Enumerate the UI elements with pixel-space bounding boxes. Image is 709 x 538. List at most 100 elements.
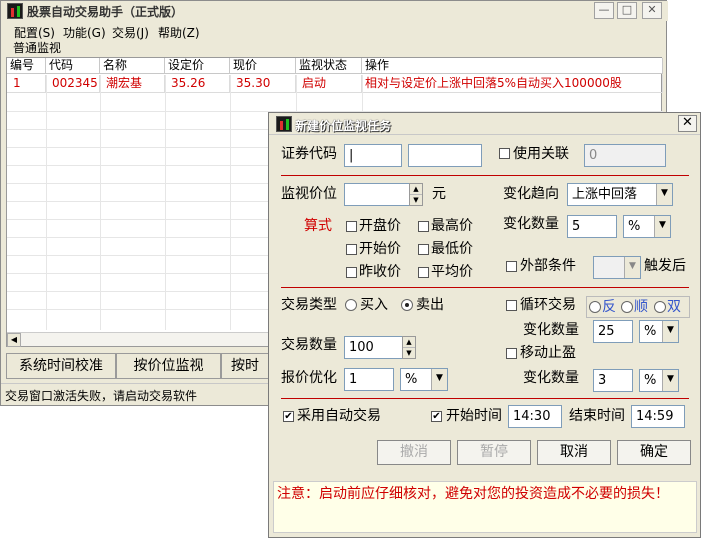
- dialog-close-button[interactable]: ✕: [678, 115, 697, 132]
- change-qty-input[interactable]: 5: [567, 215, 617, 238]
- quote-opt-input[interactable]: 1: [344, 368, 394, 391]
- move-stop-checkbox[interactable]: [506, 348, 517, 359]
- change-unit-value: %: [628, 219, 641, 234]
- cycle-reverse-label: 反: [602, 299, 616, 315]
- auto-trade-checkbox[interactable]: ✔: [283, 411, 294, 422]
- high-price-checkbox[interactable]: [418, 221, 429, 232]
- divider-2: [281, 287, 689, 288]
- buy-radio[interactable]: [345, 299, 357, 311]
- cell-code[interactable]: 002345: [46, 75, 100, 93]
- minimize-button[interactable]: —: [594, 2, 614, 19]
- cycle-change-input[interactable]: 25: [593, 320, 633, 343]
- start-time-input[interactable]: 14:30: [508, 405, 562, 428]
- cycle-reverse-radio[interactable]: [589, 301, 601, 313]
- use-link-checkbox[interactable]: [499, 148, 510, 159]
- chevron-down-icon[interactable]: ▼: [656, 184, 672, 205]
- cycle-both-label: 双: [667, 299, 681, 315]
- sell-label: 卖出: [416, 297, 444, 313]
- cell-price[interactable]: 35.30: [230, 75, 296, 93]
- use-link-input[interactable]: 0: [584, 144, 666, 167]
- sell-radio[interactable]: [401, 299, 413, 311]
- use-link-label: 使用关联: [513, 146, 569, 162]
- stop-unit-select[interactable]: % ▼: [639, 369, 679, 392]
- chevron-down-icon[interactable]: ▼: [654, 216, 670, 237]
- cycle-forward-radio[interactable]: [621, 301, 633, 313]
- cycle-forward-label: 顺: [634, 299, 648, 315]
- cancel-button[interactable]: 取消: [537, 440, 611, 465]
- change-unit-select[interactable]: % ▼: [623, 215, 671, 238]
- note-text: 注意：启动前应仔细核对，避免对您的投资造成不必要的损失！: [277, 486, 669, 502]
- start-time-checkbox[interactable]: ✔: [431, 411, 442, 422]
- stop-change-label: 变化数量: [523, 370, 579, 386]
- ok-button[interactable]: 确定: [617, 440, 691, 465]
- note-box: 注意：启动前应仔细核对，避免对您的投资造成不必要的损失！: [273, 481, 697, 533]
- start-price-checkbox[interactable]: [346, 244, 357, 255]
- col-header-status[interactable]: 监视状态: [296, 58, 362, 74]
- cell-status[interactable]: 启动: [296, 75, 362, 93]
- col-header-action[interactable]: 操作: [362, 58, 663, 74]
- code-label: 证券代码: [281, 146, 337, 162]
- monitor-price-input[interactable]: [344, 183, 410, 206]
- tab-price-monitor[interactable]: 按价位监视: [116, 353, 221, 379]
- low-price-checkbox[interactable]: [418, 244, 429, 255]
- cell-set-price[interactable]: 35.26: [165, 75, 230, 93]
- monitor-price-stepper[interactable]: ▲ ▼: [409, 183, 423, 206]
- end-time-input[interactable]: 14:59: [631, 405, 685, 428]
- buy-label: 买入: [360, 297, 388, 313]
- status-text: 交易窗口激活失败，请启动交易软件: [5, 389, 198, 403]
- col-header-code[interactable]: 代码: [46, 58, 100, 74]
- cycle-unit-select[interactable]: % ▼: [639, 320, 679, 343]
- prev-close-label: 昨收价: [359, 264, 401, 280]
- trade-qty-stepper[interactable]: ▲ ▼: [402, 336, 416, 359]
- trend-select[interactable]: 上涨中回落 ▼: [567, 183, 673, 206]
- cell-action[interactable]: 相对与设定价上涨中回落5%自动买入100000股: [362, 75, 663, 93]
- external-cond-checkbox[interactable]: [506, 261, 517, 272]
- section-label: 普通监视: [13, 41, 62, 55]
- close-button[interactable]: ✕: [642, 2, 662, 19]
- cycle-both-radio[interactable]: [654, 301, 666, 313]
- menu-function[interactable]: 功能(G): [63, 24, 106, 41]
- maximize-button[interactable]: □: [617, 2, 637, 19]
- chevron-down-icon[interactable]: ▼: [431, 369, 447, 390]
- col-header-name[interactable]: 名称: [100, 58, 165, 74]
- low-price-label: 最低价: [431, 241, 473, 257]
- revoke-button[interactable]: 撤消: [377, 440, 451, 465]
- main-titlebar[interactable]: 股票自动交易助手（正式版） — □ ✕: [1, 1, 668, 21]
- change-qty-label: 变化数量: [503, 216, 559, 232]
- code-name-input[interactable]: [408, 144, 482, 167]
- trigger-label: 触发后: [644, 258, 686, 274]
- chevron-down-icon[interactable]: ▼: [662, 321, 678, 342]
- stop-unit-value: %: [644, 373, 657, 388]
- tab-time-sync[interactable]: 系统时间校准: [6, 353, 116, 379]
- trade-qty-input[interactable]: 100: [344, 336, 403, 359]
- stop-change-input[interactable]: 3: [593, 369, 633, 392]
- formula-label: 算式: [304, 218, 332, 234]
- main-title: 股票自动交易助手（正式版）: [27, 5, 184, 19]
- cycle-trade-checkbox[interactable]: [506, 300, 517, 311]
- quote-unit-select[interactable]: % ▼: [400, 368, 448, 391]
- col-header-id[interactable]: 编号: [7, 58, 46, 74]
- scroll-left-icon[interactable]: ◀: [7, 333, 21, 347]
- trade-qty-label: 交易数量: [281, 337, 337, 353]
- tab-time-monitor[interactable]: 按时: [221, 353, 269, 379]
- cell-id[interactable]: 1: [7, 75, 46, 93]
- prev-close-checkbox[interactable]: [346, 267, 357, 278]
- move-stop-label: 移动止盈: [520, 345, 576, 361]
- cycle-change-label: 变化数量: [523, 322, 579, 338]
- cell-name[interactable]: 潮宏基: [100, 75, 165, 93]
- menu-trade[interactable]: 交易(J): [112, 24, 149, 41]
- cycle-options: 反 顺 双: [586, 296, 690, 318]
- external-cond-select[interactable]: ▼: [593, 256, 641, 279]
- open-price-checkbox[interactable]: [346, 221, 357, 232]
- code-input[interactable]: |: [344, 144, 402, 167]
- high-price-label: 最高价: [431, 218, 473, 234]
- chevron-down-icon[interactable]: ▼: [662, 370, 678, 391]
- col-header-price[interactable]: 现价: [230, 58, 296, 74]
- table-hscrollbar[interactable]: ◀: [7, 332, 270, 347]
- col-header-set-price[interactable]: 设定价: [165, 58, 230, 74]
- avg-price-checkbox[interactable]: [418, 267, 429, 278]
- dialog-titlebar[interactable]: 新建价位监视任务 ✕: [269, 113, 700, 135]
- menu-help[interactable]: 帮助(Z): [158, 24, 200, 41]
- chevron-down-icon[interactable]: ▼: [624, 257, 640, 278]
- pause-button[interactable]: 暂停: [457, 440, 531, 465]
